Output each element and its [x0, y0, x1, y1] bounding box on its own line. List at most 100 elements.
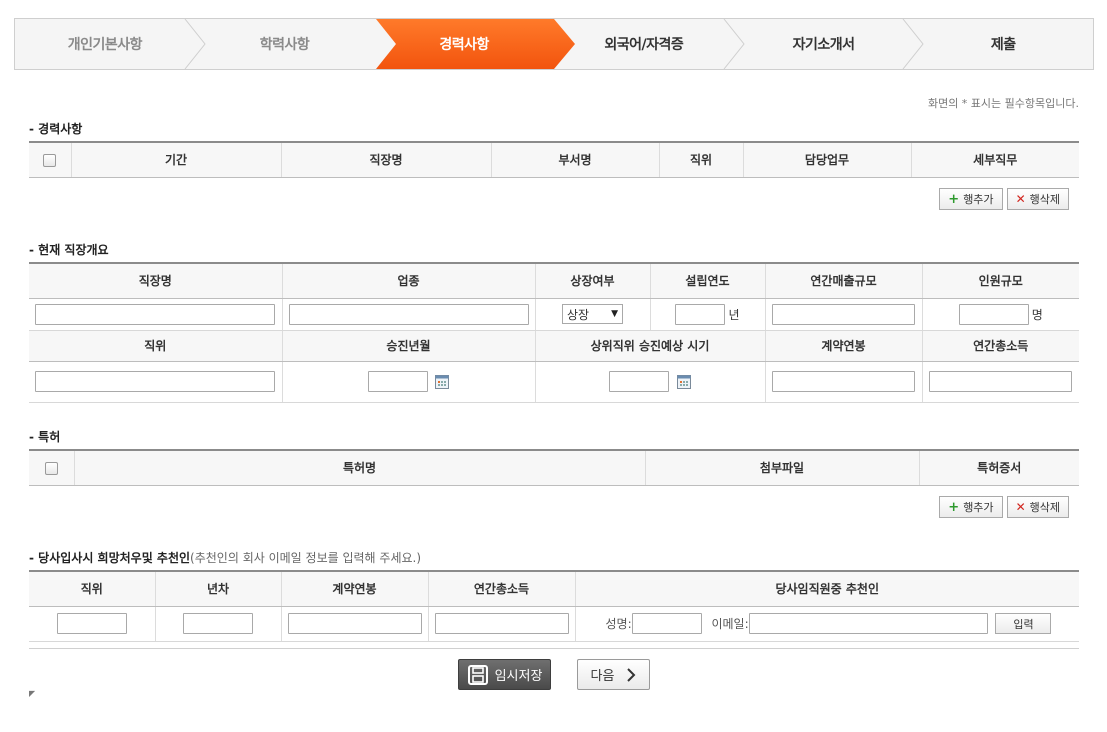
select-all-cell: [29, 449, 74, 486]
column-header: 설립연도: [649, 262, 765, 299]
column-header: 직위: [29, 329, 282, 362]
save-icon: [467, 664, 488, 685]
delete-row-button[interactable]: ✕ 행삭제: [1006, 188, 1069, 210]
column-header: 당사임직원중 추천인: [574, 570, 1079, 607]
add-row-button[interactable]: + 행추가: [939, 496, 1003, 518]
calendar-icon[interactable]: [676, 374, 691, 389]
table-row: 성명: 이메일: 입력: [29, 606, 1079, 642]
industry-input[interactable]: [288, 303, 529, 325]
referrer-email-label: 이메일:: [711, 617, 749, 631]
year-unit: 년: [728, 307, 740, 322]
select-all-checkbox[interactable]: [44, 461, 58, 475]
column-header: 직위: [29, 570, 155, 607]
column-header: 상위직위 승진예상 시기: [534, 329, 765, 362]
progress-steps: 개인기본사항 학력사항 경력사항 외국어/자격증 자기소개서 제출: [14, 18, 1094, 70]
column-header: 세부직무: [910, 141, 1079, 178]
table-header-row: 직위 승진년월 상위직위 승진예상 시기 계약연봉 연간총소득: [29, 329, 1079, 362]
column-header: 계약연봉: [764, 329, 922, 362]
headcount-input[interactable]: [958, 303, 1029, 325]
table-header-row: 기간 직장명 부서명 직위 담당업무 세부직무: [29, 141, 1079, 178]
current-job-table: 직장명 업종 상장여부 설립연도 연간매출규모 인원규모 상장 ▼ 년 명 직위…: [29, 262, 1079, 403]
referrer-name-input[interactable]: [631, 613, 702, 634]
founding-year-input[interactable]: [675, 303, 726, 325]
temp-save-label: 임시저장: [494, 669, 543, 684]
step-education: 학력사항: [195, 19, 375, 69]
delete-row-button[interactable]: ✕ 행삭제: [1006, 496, 1069, 518]
step-notch-icon: [374, 19, 397, 69]
career-section-title: - 경력사항: [29, 122, 83, 136]
company-name-input[interactable]: [35, 303, 276, 325]
delete-row-label: 행삭제: [1029, 501, 1060, 514]
step-submit: 제출: [913, 19, 1093, 69]
close-icon: ✕: [1015, 500, 1026, 514]
step-label: 경력사항: [439, 37, 489, 53]
hope-table: 직위 년차 계약연봉 연간총소득 당사임직원중 추천인 성명: 이메일: 입력: [29, 570, 1079, 642]
table-row: [29, 361, 1079, 403]
next-label: 다음: [590, 669, 615, 684]
step-personal-info: 개인기본사항: [15, 19, 206, 69]
hope-title-sub: (추천인의 회사 이메일 정보를 입력해 주세요.): [190, 551, 422, 565]
select-all-checkbox[interactable]: [43, 153, 57, 167]
column-header: 직장명: [280, 141, 491, 178]
add-row-label: 행추가: [963, 501, 994, 514]
column-header: 직장명: [29, 262, 282, 299]
add-row-button[interactable]: + 행추가: [939, 188, 1003, 210]
annual-income-input[interactable]: [929, 371, 1073, 392]
position-input[interactable]: [35, 371, 276, 392]
referrer-input-button[interactable]: 입력: [995, 613, 1052, 634]
column-header: 첨부파일: [644, 449, 919, 486]
hope-section-title: - 당사입사시 희망처우및 추천인(추천인의 회사 이메일 정보를 입력해 주세…: [29, 549, 421, 566]
column-header: 연간총소득: [427, 570, 575, 607]
column-header: 담당업무: [742, 141, 911, 178]
referrer-email-input[interactable]: [748, 613, 988, 634]
step-separator-icon: [902, 19, 924, 69]
step-label: 학력사항: [259, 37, 310, 53]
select-all-cell: [29, 141, 71, 178]
calendar-icon[interactable]: [435, 374, 450, 389]
column-header: 특허증서: [918, 449, 1079, 486]
plus-icon: +: [948, 191, 960, 207]
column-header: 년차: [154, 570, 281, 607]
plus-icon: +: [948, 499, 960, 515]
people-unit: 명: [1031, 307, 1043, 322]
career-table: 기간 직장명 부서명 직위 담당업무 세부직무: [29, 141, 1079, 178]
table-header-row: 특허명 첨부파일 특허증서: [29, 449, 1079, 486]
column-header: 직위: [658, 141, 743, 178]
step-label: 개인기본사항: [67, 37, 143, 53]
close-icon: ✕: [1015, 192, 1026, 206]
patent-row-buttons: + 행추가 ✕ 행삭제: [939, 496, 1069, 518]
column-header: 부서명: [490, 141, 659, 178]
patent-section-title: - 특허: [29, 430, 61, 444]
desired-years-input[interactable]: [183, 613, 253, 634]
next-button[interactable]: 다음: [577, 659, 650, 690]
table-row: 상장 ▼ 년 명: [29, 298, 1079, 331]
temp-save-button[interactable]: 임시저장: [458, 659, 551, 690]
desired-income-input[interactable]: [434, 613, 569, 634]
add-row-label: 행추가: [963, 193, 994, 206]
corner-mark: ◤: [29, 689, 36, 698]
promotion-date-input[interactable]: [367, 371, 428, 392]
step-label: 외국어/자격증: [604, 37, 684, 53]
career-row-buttons: + 행추가 ✕ 행삭제: [939, 188, 1069, 210]
divider: [29, 648, 1079, 649]
contract-salary-input[interactable]: [772, 371, 915, 392]
column-header: 특허명: [73, 449, 645, 486]
table-header-row: 직위 년차 계약연봉 연간총소득 당사임직원중 추천인: [29, 570, 1079, 607]
column-header: 승진년월: [281, 329, 535, 362]
patent-table: 특허명 첨부파일 특허증서: [29, 449, 1079, 486]
listed-select[interactable]: 상장 ▼: [562, 304, 623, 324]
step-arrow-icon: [553, 19, 576, 69]
step-language-certificate: 외국어/자격증: [554, 19, 745, 69]
desired-salary-input[interactable]: [287, 613, 422, 634]
referrer-name-label: 성명:: [605, 617, 632, 631]
column-header: 상장여부: [534, 262, 650, 299]
annual-sales-input[interactable]: [772, 303, 915, 325]
desired-position-input[interactable]: [56, 613, 127, 634]
required-note: 화면의 * 표시는 필수항목입니다.: [927, 97, 1079, 110]
column-header: 계약연봉: [280, 570, 428, 607]
chevron-right-icon: [627, 667, 636, 682]
expected-promotion-input[interactable]: [609, 371, 670, 392]
listed-select-value: 상장: [567, 307, 590, 322]
caret-down-icon: ▼: [611, 309, 618, 319]
hope-title: - 당사입사시 희망처우및 추천인: [29, 551, 191, 565]
